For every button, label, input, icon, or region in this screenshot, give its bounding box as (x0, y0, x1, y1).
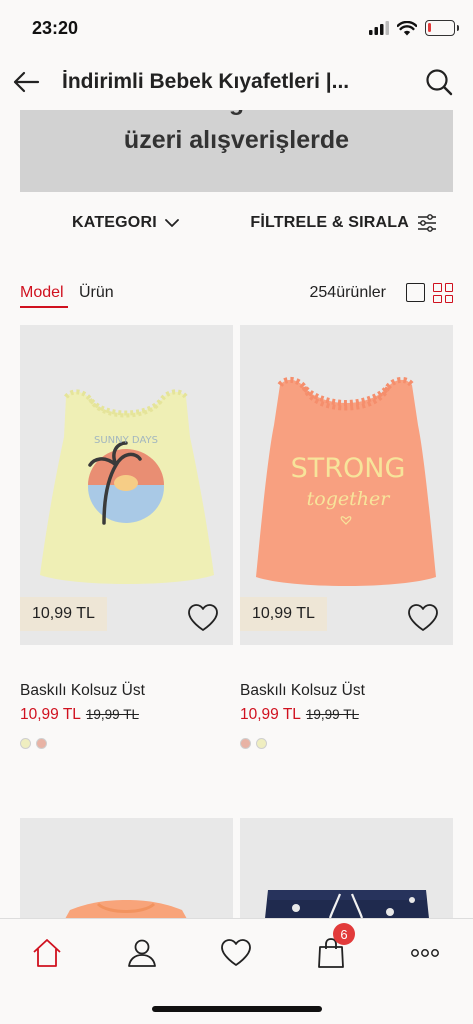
battery-icon (425, 20, 459, 36)
filter-sort-button[interactable]: FİLTRELE & SIRALA (250, 214, 437, 232)
price-row: 10,99 TL 19,99 TL (240, 706, 359, 724)
price-chip: 10,99 TL (20, 597, 107, 631)
product-count: 254ürünler (309, 284, 387, 301)
favorite-button[interactable] (187, 603, 219, 633)
color-swatch[interactable] (20, 738, 31, 749)
tab-account[interactable] (122, 933, 162, 973)
heart-icon (188, 604, 218, 631)
status-time: 23:20 (32, 18, 79, 38)
orange-shirt-illustration (20, 818, 233, 928)
favorite-button[interactable] (407, 603, 439, 633)
category-label: KATEGORI (72, 214, 157, 231)
product-image[interactable] (20, 818, 233, 928)
chevron-down-icon (164, 218, 179, 227)
tab-more[interactable] (405, 933, 445, 973)
product-name[interactable]: Baskılı Kolsuz Üst (20, 682, 145, 700)
grid-view-icon[interactable] (433, 283, 453, 303)
filter-row: KATEGORI FİLTRELE & SIRALA (0, 208, 473, 242)
tab-favorites[interactable] (216, 933, 256, 973)
single-column-view-icon[interactable] (406, 283, 425, 302)
navy-shorts-illustration (240, 818, 453, 928)
tab-home[interactable] (27, 933, 67, 973)
account-icon (128, 939, 156, 967)
product-name[interactable]: Baskılı Kolsuz Üst (240, 682, 365, 700)
color-swatches (20, 738, 47, 749)
svg-text:together: together (307, 488, 392, 510)
filter-label: FİLTRELE & SIRALA (250, 214, 409, 231)
back-button[interactable] (10, 66, 42, 98)
favorites-icon (221, 939, 251, 966)
search-button[interactable] (423, 66, 455, 98)
view-row: Model Ürün 254ürünler (0, 280, 473, 310)
old-price: 19,99 TL (305, 707, 359, 722)
sliders-icon (418, 214, 436, 232)
wifi-icon (397, 20, 417, 35)
cart-count-badge: 6 (333, 923, 355, 945)
arrow-left-icon (13, 71, 40, 93)
status-icons (369, 20, 459, 36)
page-title: İndirimli Bebek Kıyafetleri |... (62, 70, 350, 93)
promo-banner[interactable]: g üzeri alışverişlerde (20, 110, 453, 192)
tab-product[interactable]: Ürün (79, 284, 114, 302)
svg-text:STRONG: STRONG (291, 453, 406, 484)
product-image[interactable] (240, 818, 453, 928)
promo-text-clipped: g (20, 110, 453, 117)
product-image[interactable]: SUNNY DAYS 10,99 TL (20, 325, 233, 645)
product-image[interactable]: STRONG together 10,99 TL (240, 325, 453, 645)
home-icon (33, 939, 61, 967)
promo-text: üzeri alışverişlerde (123, 126, 350, 154)
more-icon (411, 949, 439, 957)
active-tab-underline (20, 306, 68, 308)
price-row: 10,99 TL 19,99 TL (20, 706, 139, 724)
color-swatches (240, 738, 267, 749)
heart-icon (408, 604, 438, 631)
battery-level (428, 23, 431, 32)
signal-icon (369, 21, 389, 35)
color-swatch[interactable] (256, 738, 267, 749)
svg-text:SUNNY DAYS: SUNNY DAYS (94, 435, 158, 446)
status-bar: 23:20 (0, 0, 473, 56)
nav-bar: İndirimli Bebek Kıyafetleri |... (0, 56, 473, 110)
home-indicator (152, 1006, 322, 1012)
color-swatch[interactable] (36, 738, 47, 749)
category-button[interactable]: KATEGORI (72, 214, 179, 232)
sale-price: 10,99 TL (240, 706, 301, 723)
tab-model[interactable]: Model (20, 284, 64, 302)
search-icon (426, 69, 453, 96)
price-chip: 10,99 TL (240, 597, 327, 631)
color-swatch[interactable] (240, 738, 251, 749)
tab-bag[interactable]: 6 (311, 923, 355, 973)
old-price: 19,99 TL (85, 707, 139, 722)
sale-price: 10,99 TL (20, 706, 81, 723)
